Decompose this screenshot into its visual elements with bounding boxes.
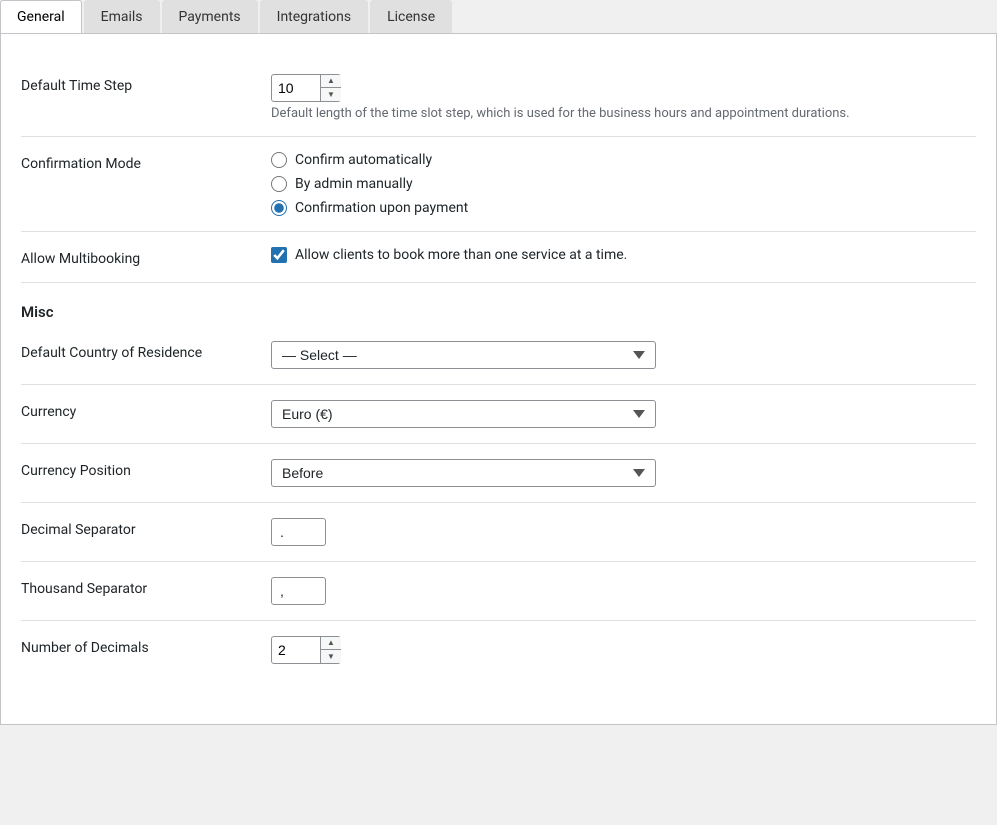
divider-3 (21, 282, 976, 283)
allow-multibooking-control: Allow clients to book more than one serv… (271, 247, 976, 263)
radio-confirm-auto[interactable] (271, 152, 287, 168)
divider-6 (21, 502, 976, 503)
divider-2 (21, 231, 976, 232)
spinner-buttons: ▲ ▼ (320, 75, 341, 101)
default-country-control: — Select — (271, 341, 976, 369)
currency-position-control: Before After (271, 459, 976, 487)
divider-5 (21, 443, 976, 444)
settings-panel: Default Time Step ▲ ▼ Default length of … (0, 34, 997, 725)
currency-select[interactable]: Euro (€) US Dollar ($) British Pound (£) (271, 400, 656, 428)
thousand-separator-label: Thousand Separator (21, 577, 271, 597)
time-step-input[interactable] (272, 76, 320, 100)
decimals-spinner: ▲ ▼ (271, 636, 341, 664)
time-step-description: Default length of the time slot step, wh… (271, 106, 976, 121)
thousand-separator-row: Thousand Separator (21, 567, 976, 615)
spinner-down-btn[interactable]: ▼ (321, 88, 341, 101)
decimal-separator-label: Decimal Separator (21, 518, 271, 538)
default-time-step-label: Default Time Step (21, 74, 271, 94)
divider-4 (21, 384, 976, 385)
default-time-step-control: ▲ ▼ Default length of the time slot step… (271, 74, 976, 121)
confirmation-mode-control: Confirm automatically By admin manually … (271, 152, 976, 216)
radio-confirm-manual[interactable] (271, 176, 287, 192)
general-settings-section: Default Time Step ▲ ▼ Default length of … (21, 54, 976, 684)
decimals-input[interactable] (272, 638, 320, 662)
tab-integrations[interactable]: Integrations (260, 0, 368, 33)
currency-position-select[interactable]: Before After (271, 459, 656, 487)
decimals-spinner-down-btn[interactable]: ▼ (321, 650, 341, 663)
default-time-step-row: Default Time Step ▲ ▼ Default length of … (21, 64, 976, 131)
confirmation-mode-auto[interactable]: Confirm automatically (271, 152, 976, 168)
currency-label: Currency (21, 400, 271, 420)
confirmation-mode-radio-group: Confirm automatically By admin manually … (271, 152, 976, 216)
default-country-select[interactable]: — Select — (271, 341, 656, 369)
radio-confirm-manual-label: By admin manually (295, 176, 413, 192)
confirmation-mode-row: Confirmation Mode Confirm automatically … (21, 142, 976, 226)
decimal-separator-row: Decimal Separator (21, 508, 976, 556)
misc-heading: Misc (21, 303, 976, 321)
currency-position-label: Currency Position (21, 459, 271, 479)
divider-8 (21, 620, 976, 621)
multibooking-checkbox-item[interactable]: Allow clients to book more than one serv… (271, 247, 976, 263)
spinner-up-btn[interactable]: ▲ (321, 75, 341, 88)
radio-confirm-payment-label: Confirmation upon payment (295, 200, 468, 216)
tab-emails[interactable]: Emails (84, 0, 160, 33)
tab-payments[interactable]: Payments (162, 0, 258, 33)
multibooking-checkbox[interactable] (271, 247, 287, 263)
confirmation-mode-label: Confirmation Mode (21, 152, 271, 172)
default-country-row: Default Country of Residence — Select — (21, 331, 976, 379)
decimal-separator-control (271, 518, 976, 546)
radio-confirm-payment[interactable] (271, 200, 287, 216)
allow-multibooking-row: Allow Multibooking Allow clients to book… (21, 237, 976, 277)
multibooking-checkbox-label: Allow clients to book more than one serv… (295, 247, 627, 263)
default-country-label: Default Country of Residence (21, 341, 271, 361)
radio-confirm-auto-label: Confirm automatically (295, 152, 432, 168)
divider-1 (21, 136, 976, 137)
allow-multibooking-label: Allow Multibooking (21, 247, 271, 267)
decimals-spinner-buttons: ▲ ▼ (320, 637, 341, 663)
tab-license[interactable]: License (370, 0, 452, 33)
time-step-spinner: ▲ ▼ (271, 74, 341, 102)
thousand-separator-input[interactable] (271, 577, 326, 605)
currency-row: Currency Euro (€) US Dollar ($) British … (21, 390, 976, 438)
currency-position-row: Currency Position Before After (21, 449, 976, 497)
confirmation-mode-payment[interactable]: Confirmation upon payment (271, 200, 976, 216)
tabs-bar: General Emails Payments Integrations Lic… (0, 0, 997, 34)
tab-general[interactable]: General (0, 0, 82, 33)
decimal-separator-input[interactable] (271, 518, 326, 546)
number-of-decimals-row: Number of Decimals ▲ ▼ (21, 626, 976, 674)
decimals-spinner-up-btn[interactable]: ▲ (321, 637, 341, 650)
number-of-decimals-control: ▲ ▼ (271, 636, 976, 664)
currency-control: Euro (€) US Dollar ($) British Pound (£) (271, 400, 976, 428)
confirmation-mode-manual[interactable]: By admin manually (271, 176, 976, 192)
number-of-decimals-label: Number of Decimals (21, 636, 271, 656)
thousand-separator-control (271, 577, 976, 605)
divider-7 (21, 561, 976, 562)
